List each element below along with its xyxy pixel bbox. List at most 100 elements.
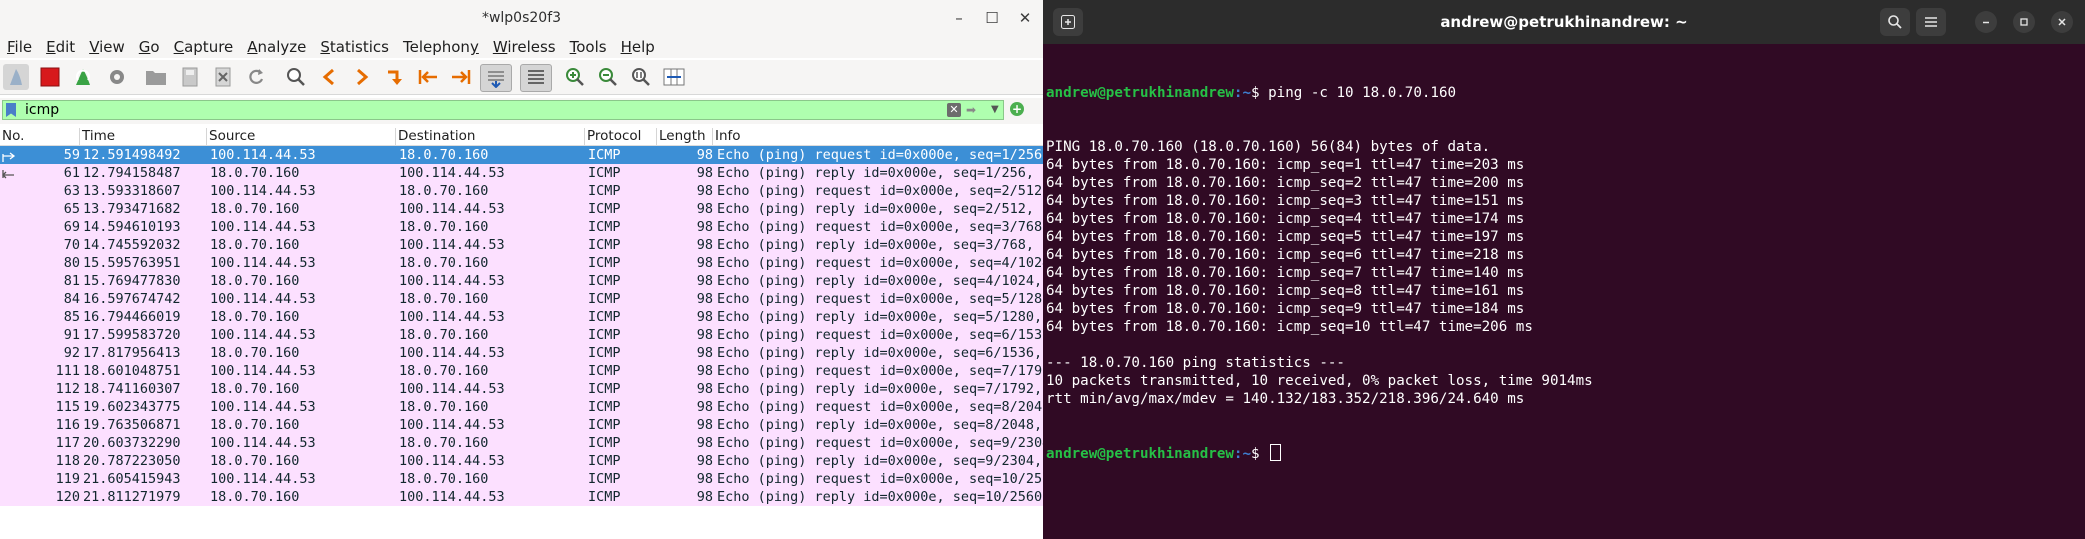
shark-fin-start-icon[interactable] bbox=[3, 64, 29, 90]
cell-dst: 18.0.70.160 bbox=[399, 291, 489, 307]
table-row[interactable]: 116 19.763506871 18.0.70.160 100.114.44.53 I… bbox=[0, 416, 1043, 434]
resize-columns-icon[interactable] bbox=[661, 64, 687, 90]
table-row[interactable]: 112 18.741160307 18.0.70.160 100.114.44.53 I… bbox=[0, 380, 1043, 398]
cell-no: 61 bbox=[63, 165, 80, 181]
zoom-in-icon[interactable] bbox=[562, 64, 588, 90]
colorize-icon[interactable] bbox=[520, 64, 552, 92]
output-line: rtt min/avg/max/mdev = 140.132/183.352/2… bbox=[1046, 391, 1525, 407]
table-row[interactable]: 119 21.605415943 100.114.44.53 18.0.70.160 I… bbox=[0, 470, 1043, 488]
open-folder-icon[interactable] bbox=[143, 64, 169, 90]
menu-item[interactable]: Tools bbox=[563, 38, 614, 56]
terminal-titlebar: andrew@petrukhinandrew: ~ bbox=[1043, 0, 2085, 44]
table-row[interactable]: 61 12.794158487 18.0.70.160 100.114.44.53 IC… bbox=[0, 164, 1043, 182]
prompt-path: :~ bbox=[1233, 446, 1252, 462]
minimize-icon[interactable]: – bbox=[947, 6, 971, 30]
save-file-icon[interactable] bbox=[177, 64, 203, 90]
go-to-packet-icon[interactable] bbox=[382, 64, 408, 90]
table-row[interactable]: 120 21.811271979 18.0.70.160 100.114.44.53 I… bbox=[0, 488, 1043, 506]
table-row[interactable]: 81 15.769477830 18.0.70.160 100.114.44.53 IC… bbox=[0, 272, 1043, 290]
conversation-line-icon bbox=[2, 258, 16, 268]
conversation-line-icon bbox=[2, 276, 16, 286]
menu-item[interactable]: Statistics bbox=[313, 38, 396, 56]
normal-size-icon[interactable] bbox=[628, 64, 654, 90]
bookmark-icon[interactable] bbox=[6, 103, 16, 117]
add-filter-button-icon[interactable]: + bbox=[1010, 102, 1024, 116]
table-row[interactable]: 70 14.745592032 18.0.70.160 100.114.44.53 IC… bbox=[0, 236, 1043, 254]
find-packet-icon[interactable] bbox=[283, 64, 309, 90]
table-row[interactable]: 63 13.593318607 100.114.44.53 18.0.70.160 IC… bbox=[0, 182, 1043, 200]
column-header-source[interactable]: Source bbox=[207, 128, 396, 145]
conversation-line-icon bbox=[2, 384, 16, 394]
table-row[interactable]: 91 17.599583720 100.114.44.53 18.0.70.160 IC… bbox=[0, 326, 1043, 344]
cell-len: 98 bbox=[696, 327, 713, 343]
column-header-time[interactable]: Time bbox=[80, 128, 207, 145]
apply-filter-arrow-icon[interactable]: ➡ bbox=[966, 103, 988, 117]
stop-square-icon[interactable] bbox=[37, 64, 63, 90]
output-line: PING 18.0.70.160 (18.0.70.160) 56(84) by… bbox=[1046, 139, 1491, 155]
table-row[interactable]: 118 20.787223050 18.0.70.160 100.114.44.53 I… bbox=[0, 452, 1043, 470]
clear-filter-icon[interactable]: ✕ bbox=[947, 103, 961, 117]
table-row[interactable]: 117 20.603732290 100.114.44.53 18.0.70.160 I… bbox=[0, 434, 1043, 452]
column-header-destination[interactable]: Destination bbox=[396, 128, 585, 145]
close-icon[interactable]: ✕ bbox=[1013, 6, 1037, 30]
cell-src: 18.0.70.160 bbox=[210, 489, 300, 505]
last-packet-icon[interactable] bbox=[448, 64, 474, 90]
cell-no: 69 bbox=[63, 219, 80, 235]
cell-dst: 18.0.70.160 bbox=[399, 147, 489, 163]
hamburger-menu-icon[interactable] bbox=[1916, 8, 1946, 36]
restart-shark-icon[interactable] bbox=[70, 64, 96, 90]
cell-len: 98 bbox=[696, 381, 713, 397]
capture-options-gear-icon[interactable] bbox=[104, 64, 130, 90]
first-packet-icon[interactable] bbox=[415, 64, 441, 90]
menu-item[interactable]: File bbox=[0, 38, 39, 56]
cell-proto: ICMP bbox=[588, 453, 621, 469]
column-header-info[interactable]: Info bbox=[713, 128, 1043, 145]
cell-time: 14.594610193 bbox=[83, 219, 181, 235]
cell-info: Echo (ping) reply id=0x000e, seq=10/2560… bbox=[717, 489, 1043, 505]
cell-dst: 100.114.44.53 bbox=[399, 165, 505, 181]
filter-text: icmp bbox=[25, 102, 60, 118]
table-row[interactable]: 111 18.601048751 100.114.44.53 18.0.70.160 I… bbox=[0, 362, 1043, 380]
table-row[interactable]: 85 16.794466019 18.0.70.160 100.114.44.53 IC… bbox=[0, 308, 1043, 326]
table-row[interactable]: 69 14.594610193 100.114.44.53 18.0.70.160 IC… bbox=[0, 218, 1043, 236]
table-row[interactable]: 65 13.793471682 18.0.70.160 100.114.44.53 IC… bbox=[0, 200, 1043, 218]
maximize-icon[interactable]: ☐ bbox=[980, 6, 1004, 30]
go-back-icon[interactable] bbox=[316, 64, 342, 90]
column-header-length[interactable]: Length bbox=[657, 128, 713, 145]
menu-item[interactable]: Analyze bbox=[240, 38, 313, 56]
search-icon[interactable] bbox=[1880, 8, 1910, 36]
packet-list-empty-area bbox=[0, 508, 1043, 539]
prompt-user-host: andrew@petrukhinandrew bbox=[1046, 446, 1234, 462]
auto-scroll-icon[interactable] bbox=[480, 64, 512, 92]
close-file-icon[interactable] bbox=[210, 64, 236, 90]
menu-item[interactable]: Capture bbox=[167, 38, 241, 56]
menu-item[interactable]: Help bbox=[614, 38, 662, 56]
column-header-protocol[interactable]: Protocol bbox=[585, 128, 657, 145]
cell-info: Echo (ping) reply id=0x000e, seq=6/1536, bbox=[717, 345, 1043, 361]
menu-item[interactable]: Go bbox=[132, 38, 167, 56]
terminal-output[interactable]: andrew@petrukhinandrew:~$ ping -c 10 18.… bbox=[1046, 48, 2076, 498]
cell-len: 98 bbox=[696, 471, 713, 487]
table-row[interactable]: 92 17.817956413 18.0.70.160 100.114.44.53 IC… bbox=[0, 344, 1043, 362]
table-row[interactable]: 80 15.595763951 100.114.44.53 18.0.70.160 IC… bbox=[0, 254, 1043, 272]
table-row[interactable]: 84 16.597674742 100.114.44.53 18.0.70.160 IC… bbox=[0, 290, 1043, 308]
menu-item[interactable]: Edit bbox=[39, 38, 82, 56]
menu-item[interactable]: View bbox=[82, 38, 132, 56]
table-row[interactable]: 115 19.602343775 100.114.44.53 18.0.70.160 I… bbox=[0, 398, 1043, 416]
conversation-line-icon bbox=[2, 240, 16, 250]
close-icon[interactable] bbox=[2051, 11, 2073, 33]
go-forward-icon[interactable] bbox=[349, 64, 375, 90]
menu-item[interactable]: Telephony bbox=[396, 38, 486, 56]
display-filter-input[interactable]: icmp ✕ ➡ ▼ bbox=[2, 100, 1004, 120]
menu-item[interactable]: Wireless bbox=[486, 38, 563, 56]
column-header-no[interactable]: No. bbox=[0, 128, 80, 145]
maximize-icon[interactable] bbox=[2013, 11, 2035, 33]
terminal-scrollbar[interactable] bbox=[2081, 44, 2085, 539]
output-line: 64 bytes from 18.0.70.160: icmp_seq=6 tt… bbox=[1046, 247, 1525, 263]
minimize-icon[interactable] bbox=[1975, 11, 1997, 33]
table-row-selected[interactable]: 59 12.591498492 100.114.44.53 18.0.70.160 IC… bbox=[0, 146, 1043, 164]
chevron-down-icon[interactable]: ▼ bbox=[991, 103, 999, 117]
reload-file-icon[interactable] bbox=[243, 64, 269, 90]
cell-no: 117 bbox=[55, 435, 80, 451]
zoom-out-icon[interactable] bbox=[595, 64, 621, 90]
